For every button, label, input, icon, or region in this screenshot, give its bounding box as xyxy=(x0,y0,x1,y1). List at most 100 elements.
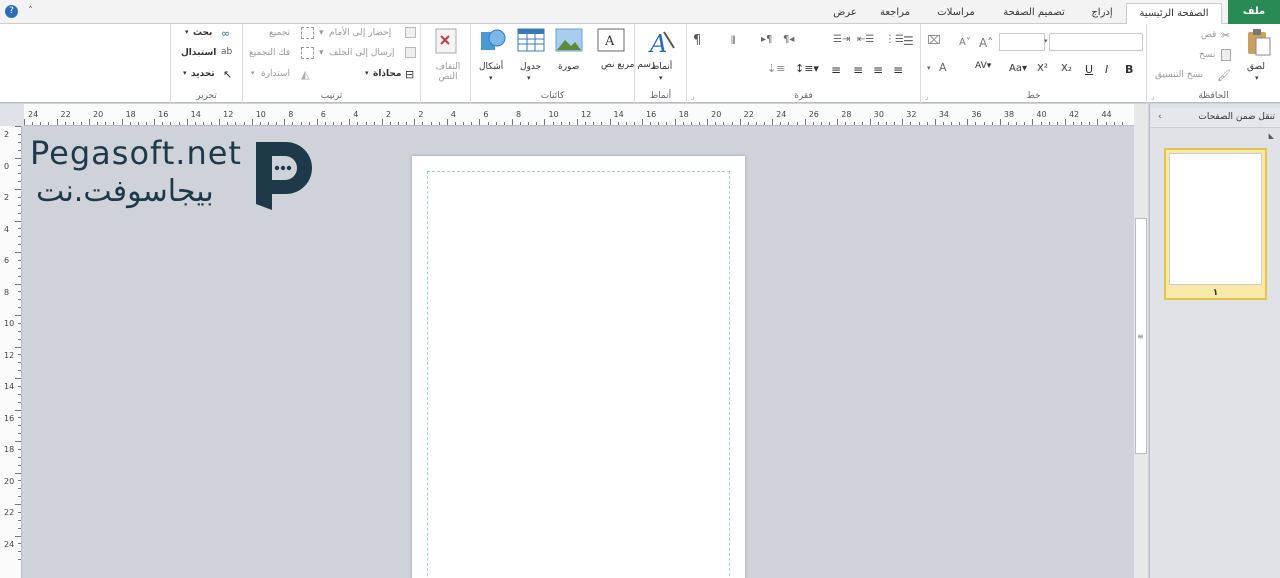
tab-file[interactable]: ملف xyxy=(1228,0,1280,24)
page-thumbnail[interactable]: ١ xyxy=(1164,148,1267,300)
align-center-icon[interactable]: ≡ xyxy=(873,63,883,77)
ruler-tick-mark xyxy=(18,511,21,513)
picture-button[interactable]: صورة xyxy=(551,26,587,76)
ruler-tick-mark xyxy=(536,122,538,125)
underline-icon[interactable]: U xyxy=(1085,63,1093,76)
send-backward-button[interactable]: ▾ إرسال إلى الخلف xyxy=(319,47,419,61)
shapes-button[interactable]: أشكال ▾ xyxy=(475,26,511,84)
format-painter-button[interactable]: 🖌 نسخ التنسيق xyxy=(1153,69,1237,83)
group-button[interactable]: تجميع xyxy=(267,27,317,41)
ruler-tick-mark xyxy=(1016,122,1018,125)
ruler-tick-mark xyxy=(755,122,757,125)
ruler-tick-label: 2 xyxy=(4,193,10,202)
ruler-tick-mark xyxy=(227,122,229,125)
collapse-ribbon-icon[interactable]: ˄ xyxy=(24,5,37,18)
tab-insert[interactable]: إدراج xyxy=(1082,3,1122,24)
decrease-indent-icon[interactable]: ⇤☰ xyxy=(857,34,874,45)
group-text: التفاف النص xyxy=(420,24,470,103)
justify-icon[interactable]: ≡ xyxy=(831,63,841,77)
align-right-icon[interactable]: ≡ xyxy=(893,63,903,77)
ruler-tick-label: 28 xyxy=(841,110,852,119)
ruler-tick-mark xyxy=(861,122,863,125)
font-size-box[interactable]: ▾ xyxy=(999,33,1048,51)
numbering-icon[interactable]: ⋮☰ xyxy=(885,34,904,45)
styles-button[interactable]: A أنماط ▾ xyxy=(639,26,683,86)
character-spacing-icon[interactable]: AV▾ xyxy=(975,61,991,71)
align-left-icon[interactable]: ≡ xyxy=(853,63,863,77)
textbox-button[interactable]: A رسم مربع نص xyxy=(589,26,655,88)
ruler-tick-mark xyxy=(446,119,448,125)
subscript-icon[interactable]: X₂ xyxy=(1061,63,1072,74)
ruler-tick-mark xyxy=(609,119,611,125)
text-wrap-button[interactable]: التفاف النص xyxy=(425,26,467,86)
tab-view[interactable]: عرض xyxy=(820,3,870,24)
bullets-icon[interactable]: ☰ xyxy=(903,34,914,48)
horizontal-ruler[interactable]: 24 22 20 18 16 14 12 10 8 6 4 2 2 4 6 8 10 12 14 16 18 20 22 24… xyxy=(24,104,1134,126)
document-page[interactable] xyxy=(412,156,745,578)
dialog-launcher-icon[interactable]: ⌟ xyxy=(1151,93,1154,101)
font-size-dropdown-icon[interactable]: ▾ xyxy=(1044,37,1048,45)
paste-icon xyxy=(1248,29,1271,56)
increase-indent-icon[interactable]: ☰⇥ xyxy=(833,34,850,45)
send-backward-label: إرسال إلى الخلف xyxy=(329,48,395,58)
collapse-pane-icon[interactable]: ‹ xyxy=(1158,112,1162,122)
ruler-tick-mark xyxy=(56,119,58,125)
line-spacing-icon[interactable]: ↕≡▾ xyxy=(795,62,819,75)
ruler-tick-mark xyxy=(837,119,839,125)
font-color-icon[interactable]: A xyxy=(939,61,947,74)
superscript-icon[interactable]: X² xyxy=(1037,63,1048,74)
align-button[interactable]: ⊟ ▾ محاذاة xyxy=(365,68,419,82)
ruler-tick-mark xyxy=(1121,122,1123,125)
group-paragraph: ☰ ⋮☰ ⇤☰ ☰⇥ ¶◂ ▸¶ ⫴ ¶ ≡ ≡ ≡ ≡ ↕≡▾ ⇣≡ فقرة… xyxy=(686,24,920,103)
help-icon[interactable]: ? xyxy=(5,5,18,18)
workspace[interactable]: Pegasoft.net بيجاسوفت.نت xyxy=(22,126,1134,578)
group-label-styles: أنماط xyxy=(649,91,672,101)
find-button[interactable]: ∞ ▾ بحث xyxy=(181,27,239,41)
rtl-icon[interactable]: ¶◂ xyxy=(783,34,794,45)
tab-page-design[interactable]: تصميم الصفحة xyxy=(994,3,1074,24)
ruler-tick-mark xyxy=(18,228,21,230)
ungroup-button[interactable]: فك التجميع xyxy=(247,47,317,61)
grow-font-icon[interactable]: A˄ xyxy=(979,36,993,50)
change-case-icon[interactable]: Aa▾ xyxy=(1009,63,1027,74)
select-button[interactable]: ↖ ▾ تحديد xyxy=(181,68,239,82)
font-color-dropdown-icon[interactable]: ▾ xyxy=(927,64,931,72)
ruler-tick-mark xyxy=(1089,122,1091,125)
ruler-tick-mark xyxy=(18,299,21,301)
table-icon xyxy=(517,28,545,52)
bring-forward-button[interactable]: ▾ إحضار إلى الأمام xyxy=(319,27,419,41)
show-paragraph-marks-icon[interactable]: ¶ xyxy=(693,33,701,48)
ruler-tick-mark xyxy=(341,122,343,125)
vertical-ruler[interactable]: 2 0 2 4 6 8 10 12 14 16 18 20 22 24 xyxy=(0,126,22,578)
table-button[interactable]: جدول ▾ xyxy=(513,26,549,84)
tab-review[interactable]: مراجعة xyxy=(870,3,920,24)
ltr-icon[interactable]: ▸¶ xyxy=(761,34,772,45)
ruler-tick-mark xyxy=(18,393,21,395)
ruler-tick-mark xyxy=(15,126,21,127)
ruler-tick-mark xyxy=(577,119,578,125)
clear-formatting-icon[interactable]: ⌧ xyxy=(927,33,941,47)
font-name-box[interactable] xyxy=(1049,33,1143,51)
ruler-tick-label: 2 xyxy=(385,110,391,119)
copy-button[interactable]: نسخ xyxy=(1197,49,1237,63)
tab-home[interactable]: الصفحة الرئيسية xyxy=(1126,3,1222,25)
brush-icon: 🖌 xyxy=(1217,69,1231,82)
ruler-tick-mark xyxy=(316,119,318,125)
font-dialog-launcher-icon[interactable]: ⌟ xyxy=(925,93,928,101)
ruler-tick-mark xyxy=(926,122,928,125)
paragraph-spacing-icon[interactable]: ⇣≡ xyxy=(767,62,785,75)
cut-button[interactable]: ✂ قص xyxy=(1197,29,1237,43)
italic-icon[interactable]: I xyxy=(1105,63,1108,76)
ruler-tick-label: 40 xyxy=(1036,110,1047,119)
vertical-scrollbar[interactable]: ≡ xyxy=(1134,104,1148,578)
paragraph-dialog-launcher-icon[interactable]: ⌟ xyxy=(691,93,694,101)
replace-button[interactable]: ab استبدال xyxy=(179,47,239,61)
bold-icon[interactable]: B xyxy=(1125,63,1133,76)
ruler-tick-mark xyxy=(18,267,21,269)
columns-icon[interactable]: ⫴ xyxy=(731,34,736,48)
tab-mailings[interactable]: مراسلات xyxy=(926,3,986,24)
expand-arrow-icon[interactable]: ◣ xyxy=(1269,132,1274,140)
rotate-button[interactable]: ◭ ▾ استدارة xyxy=(251,68,317,82)
shrink-font-icon[interactable]: A˅ xyxy=(959,37,971,48)
paste-button[interactable]: لصق ▾ xyxy=(1241,26,1277,86)
